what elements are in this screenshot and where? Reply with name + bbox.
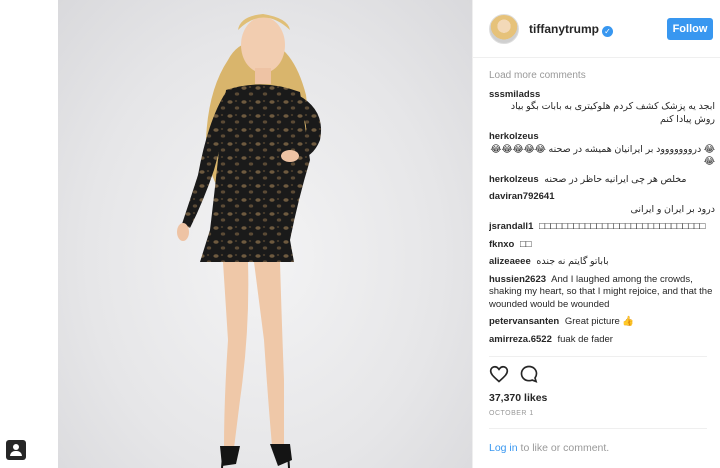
comment-item: sssmiladss ابجد یه پزشک کشف کردم هلوکیتر…: [489, 89, 715, 127]
comment-username[interactable]: fknxo: [489, 239, 514, 250]
comment-text: fuak de fader: [557, 333, 613, 345]
comment-text: مخلص هر چی ایرانیه حاظر در صحنه: [544, 173, 687, 185]
comment-item: daviran792641 درود بر ایران و ایرانی: [489, 191, 715, 216]
comments-list: Load more comments sssmiladss ابجد یه پز…: [489, 70, 715, 358]
comment-text: 😂 درووووووود بر ایرانیان همیشه در صحنه 😂…: [490, 143, 715, 168]
comment-username[interactable]: hussien2623: [489, 274, 546, 285]
follow-button[interactable]: Follow: [667, 18, 713, 40]
heart-icon[interactable]: [489, 364, 509, 384]
login-prompt: Log in to like or comment.: [489, 442, 609, 454]
comment-text: Great picture 👍: [564, 316, 635, 327]
comment-item: jsrandall1 □□□□□□□□□□□□□□□□□□□□□□□□□□□□□: [489, 221, 715, 234]
comment-username[interactable]: sssmiladss: [489, 89, 540, 100]
login-prompt-text: to like or comment.: [517, 442, 610, 454]
comment-item: herkolzeus مخلص هر چی ایرانیه حاظر در صح…: [489, 174, 715, 187]
actions-divider: [489, 356, 707, 357]
comment-username[interactable]: daviran792641: [489, 191, 555, 202]
user-tag-icon[interactable]: [6, 440, 26, 460]
post-photo[interactable]: [58, 0, 472, 468]
comment-item: fknxo □□: [489, 239, 715, 252]
comment-username[interactable]: petervansanten: [489, 316, 559, 327]
comment-item: alizeaeee باباتو گایتم نه جنده: [489, 256, 715, 269]
post-date: OCTOBER 1: [489, 410, 534, 417]
username-text[interactable]: tiffanytrump: [529, 22, 599, 36]
comments-panel: tiffanytrump ✓ Follow Load more comments …: [472, 0, 720, 468]
comment-text: □□□□□□□□□□□□□□□□□□□□□□□□□□□□□: [539, 221, 706, 232]
comment-username[interactable]: herkolzeus: [489, 131, 539, 142]
comment-text: درود بر ایران و ایرانی: [630, 203, 715, 215]
photo-illustration: [177, 14, 322, 468]
login-divider: [489, 428, 707, 429]
login-link[interactable]: Log in: [489, 442, 518, 454]
comment-username[interactable]: alizeaeee: [489, 256, 531, 267]
post-header: tiffanytrump ✓ Follow: [473, 0, 720, 58]
left-gutter: [0, 0, 58, 468]
comment-item: hussien2623 And I laughed among the crow…: [489, 274, 715, 312]
verified-badge-icon: ✓: [602, 26, 613, 37]
profile-username[interactable]: tiffanytrump ✓: [529, 22, 613, 37]
comment-item: herkolzeus 😂 درووووووود بر ایرانیان همیش…: [489, 131, 715, 169]
comment-username[interactable]: herkolzeus: [489, 174, 539, 185]
comment-username[interactable]: jsrandall1: [489, 221, 533, 232]
comment-icon[interactable]: [519, 364, 539, 384]
comment-text: ابجد یه پزشک کشف کردم هلوکیتری به بابات …: [510, 101, 715, 125]
likes-count[interactable]: 37,370 likes: [489, 392, 547, 404]
comment-item: amirreza.6522 fuak de fader: [489, 334, 715, 347]
comment-item: petervansanten Great picture 👍: [489, 316, 715, 329]
comment-text: □□: [519, 238, 532, 250]
comment-username[interactable]: amirreza.6522: [489, 334, 552, 345]
comment-text: باباتو گایتم نه جنده: [536, 256, 609, 267]
avatar[interactable]: [489, 14, 519, 44]
load-more-comments-link[interactable]: Load more comments: [489, 70, 715, 83]
